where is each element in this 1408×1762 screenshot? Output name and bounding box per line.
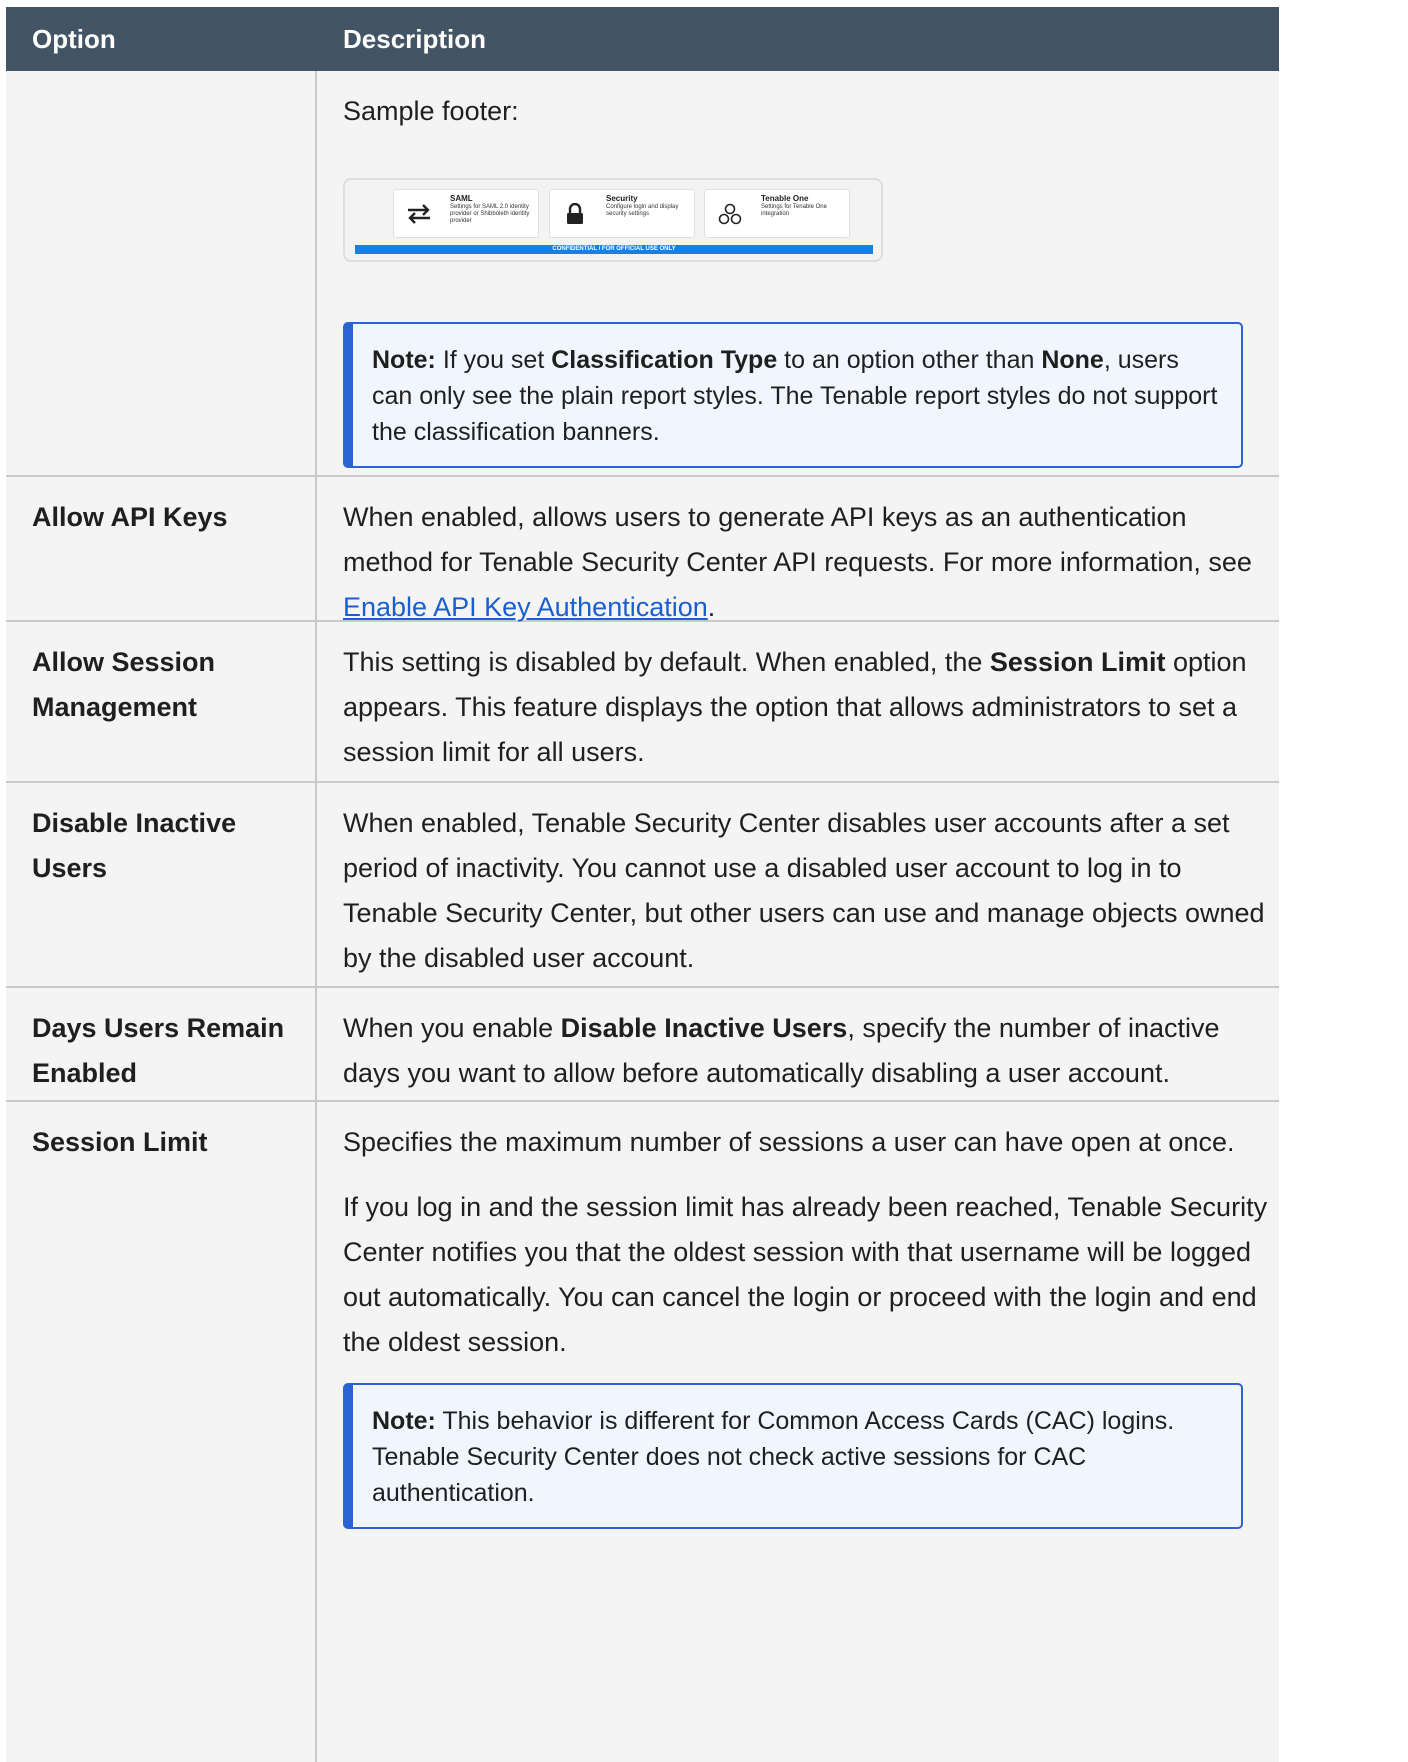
description-paragraph: Specifies the maximum number of sessions… <box>343 1127 1235 1157</box>
hexagon-cluster-icon <box>717 202 743 226</box>
description-text: . <box>707 592 716 622</box>
table-row: Disable Inactive Users When enabled, Ten… <box>6 783 1279 988</box>
description-cell: This setting is disabled by default. Whe… <box>317 622 1279 781</box>
security-card-title: Security <box>606 194 638 203</box>
option-cell: Allow API Keys <box>6 477 317 620</box>
table-row: Session Limit Specifies the maximum numb… <box>6 1102 1279 1762</box>
swap-arrows-icon <box>406 202 432 226</box>
option-cell: Allow Session Management <box>6 622 317 781</box>
sample-footer-image: SAML Settings for SAML 2.0 identity prov… <box>343 178 883 262</box>
security-card: Security Configure login and display sec… <box>549 189 695 238</box>
description-paragraph: If you log in and the session limit has … <box>343 1192 1268 1357</box>
description-cell: When you enable Disable Inactive Users, … <box>317 988 1279 1100</box>
option-cell: Days Users Remain Enabled <box>6 988 317 1100</box>
description-text: When enabled, allows users to generate A… <box>343 502 1252 577</box>
note-text: If you set <box>435 346 552 374</box>
security-card-desc: Configure login and display security set… <box>606 204 679 217</box>
lock-icon <box>562 202 588 226</box>
table-row: Days Users Remain Enabled When you enabl… <box>6 988 1279 1102</box>
note-box: Note: If you set Classification Type to … <box>343 322 1243 468</box>
api-key-auth-link[interactable]: Enable API Key Authentication <box>343 592 708 622</box>
description-text: This setting is disabled by default. Whe… <box>343 647 990 677</box>
description-cell: Sample footer: SAML Settings for SAML 2.… <box>317 71 1279 475</box>
bold-session-limit: Session Limit <box>989 647 1166 677</box>
header-option: Option <box>32 23 116 54</box>
settings-table: Option Description Sample footer: SAML S… <box>6 7 1279 1762</box>
description-text: When enabled, Tenable Security Center di… <box>343 808 1265 973</box>
description-cell: Specifies the maximum number of sessions… <box>317 1102 1279 1762</box>
note-label: Note: <box>372 1407 436 1435</box>
table-row: Sample footer: SAML Settings for SAML 2.… <box>6 71 1279 477</box>
table-row: Allow API Keys When enabled, allows user… <box>6 477 1279 622</box>
saml-card: SAML Settings for SAML 2.0 identity prov… <box>393 189 539 238</box>
tenable-one-card-desc: Settings for Tenable One integration <box>761 204 827 217</box>
tenable-one-card: Tenable One Settings for Tenable One int… <box>704 189 850 238</box>
tenable-one-card-title: Tenable One <box>761 194 809 203</box>
table-header: Option Description <box>6 7 1279 71</box>
classification-banner: CONFIDENTIAL / FOR OFFICIAL USE ONLY <box>355 245 873 254</box>
note-box: Note: This behavior is different for Com… <box>343 1383 1243 1529</box>
option-cell: Session Limit <box>6 1102 317 1762</box>
description-cell: When enabled, allows users to generate A… <box>317 477 1279 622</box>
note-text: This behavior is different for Common Ac… <box>372 1407 1175 1507</box>
option-cell: Disable Inactive Users <box>6 783 317 986</box>
option-cell <box>6 71 317 475</box>
note-bold-classification-type: Classification Type <box>551 346 778 374</box>
note-text: to an option other than <box>777 346 1042 374</box>
bold-disable-inactive-users: Disable Inactive Users <box>560 1013 848 1043</box>
description-text: When you enable <box>343 1013 561 1043</box>
sample-footer-label: Sample footer: <box>343 96 519 126</box>
note-label: Note: <box>372 346 436 374</box>
table-row: Allow Session Management This setting is… <box>6 622 1279 783</box>
header-description: Description <box>343 23 487 54</box>
description-cell: When enabled, Tenable Security Center di… <box>317 783 1279 986</box>
saml-card-desc: Settings for SAML 2.0 identity provider … <box>450 204 530 224</box>
note-bold-none: None <box>1041 346 1104 374</box>
saml-card-title: SAML <box>450 194 473 203</box>
